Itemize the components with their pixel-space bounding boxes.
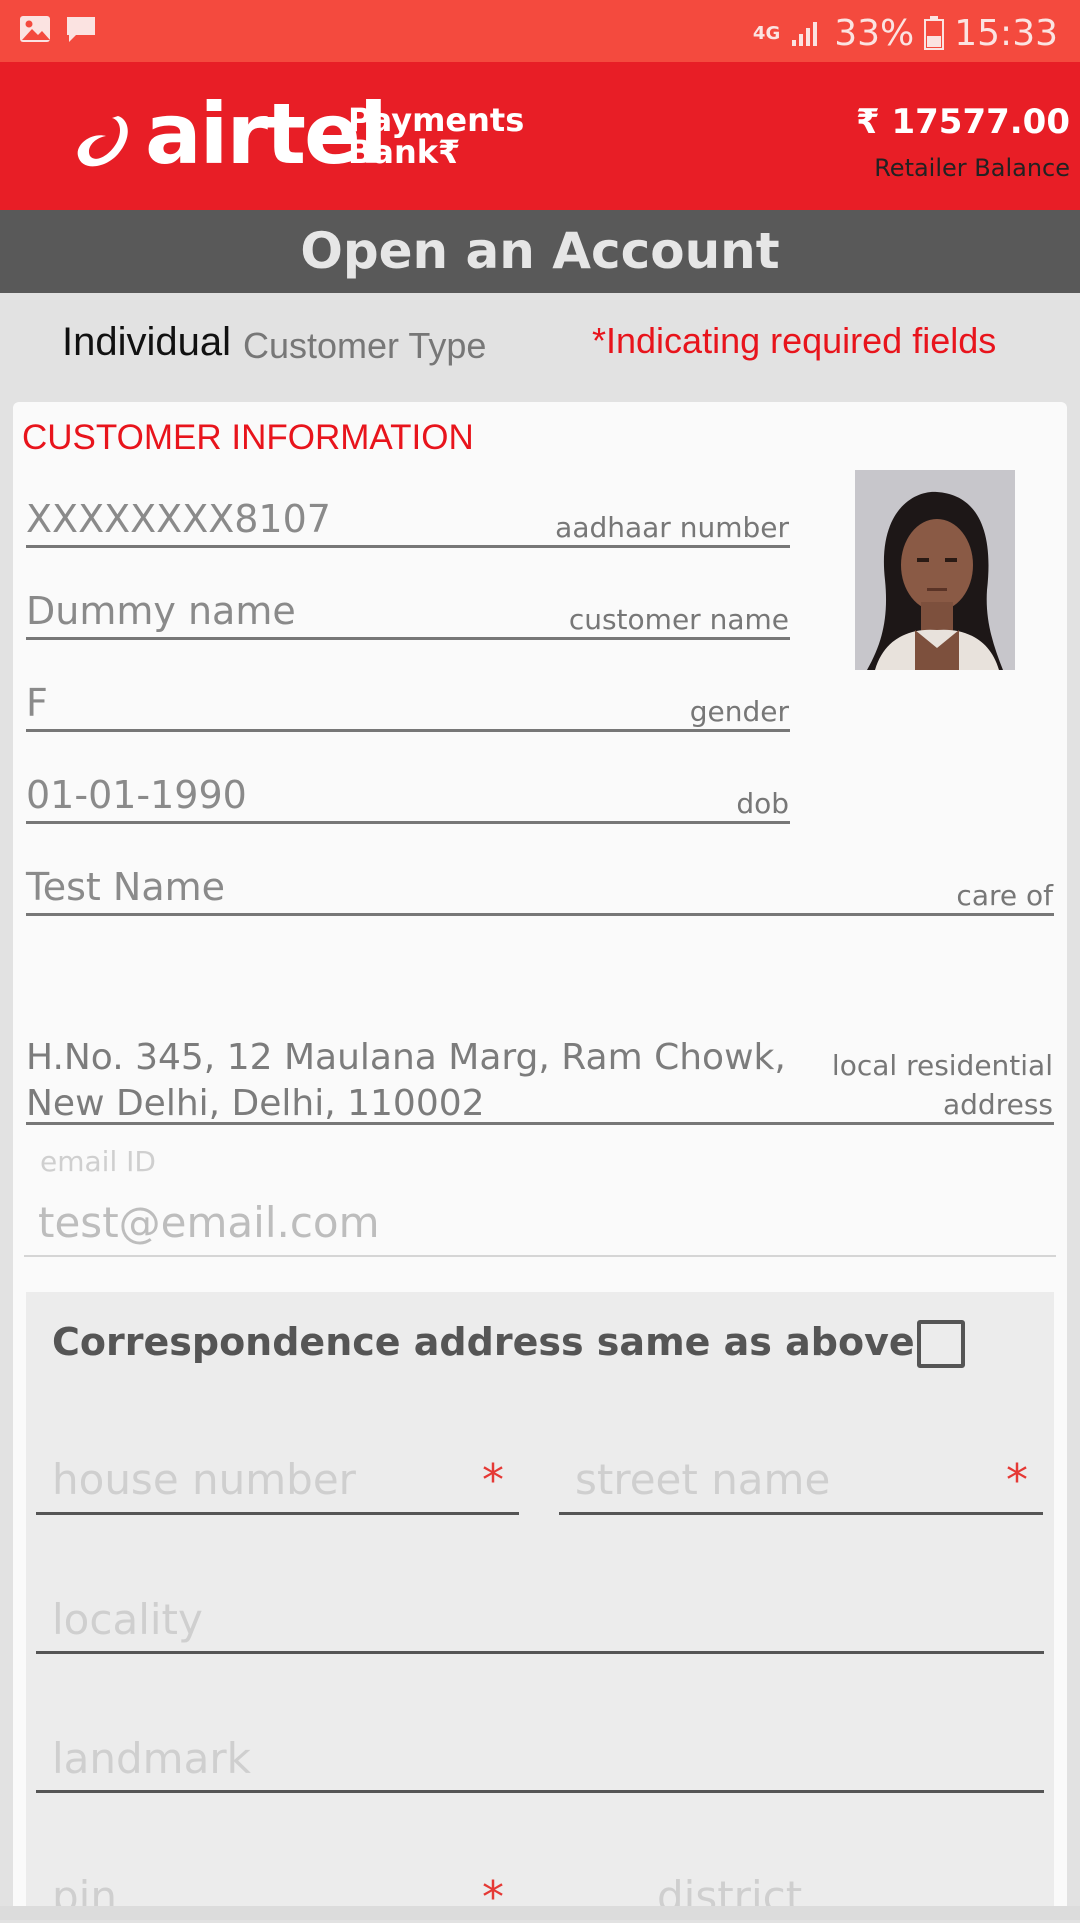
status-right: 4G 33% 15:33 bbox=[753, 8, 1058, 58]
gallery-icon bbox=[20, 16, 50, 42]
brand-subtitle: Payments Bank₹ bbox=[348, 104, 524, 168]
bottom-edge bbox=[0, 1906, 1080, 1920]
street-name-required-mark: * bbox=[1006, 1455, 1028, 1506]
residential-address-label-line1: local residential bbox=[831, 1049, 1053, 1082]
residential-address-label-line2: address bbox=[942, 1088, 1053, 1121]
gender-underline bbox=[26, 729, 790, 732]
care-of-underline bbox=[26, 913, 1054, 916]
care-of-label: care of bbox=[956, 879, 1053, 912]
aadhaar-number-value: XXXXXXXX8107 bbox=[26, 497, 331, 541]
customer-photo bbox=[855, 470, 1015, 670]
airtel-logo-icon bbox=[77, 116, 128, 167]
battery-percent: 33% bbox=[834, 12, 915, 54]
street-name-input[interactable]: street name bbox=[575, 1455, 830, 1504]
title-bar: Open an Account bbox=[0, 210, 1080, 293]
dob-label: dob bbox=[736, 787, 789, 820]
customer-name-label: customer name bbox=[568, 603, 789, 636]
residential-address-line2: New Delhi, Delhi, 110002 bbox=[26, 1083, 485, 1124]
dob-value: 01-01-1990 bbox=[26, 773, 247, 817]
care-of-value: Test Name bbox=[26, 865, 226, 909]
retailer-balance: ₹ 17577.00 bbox=[855, 102, 1070, 142]
locality-underline bbox=[36, 1651, 1044, 1654]
email-underline bbox=[24, 1255, 1056, 1257]
brand-subtitle-line1: Payments bbox=[348, 101, 525, 139]
aadhaar-number-label: aadhaar number bbox=[555, 511, 789, 544]
correspondence-same-checkbox[interactable] bbox=[917, 1320, 965, 1368]
aadhaar-underline bbox=[26, 545, 790, 548]
customer-photo-image bbox=[855, 470, 1015, 670]
correspondence-same-label: Correspondence address same as above bbox=[52, 1320, 915, 1364]
house-number-required-mark: * bbox=[482, 1455, 504, 1506]
email-label: email ID bbox=[40, 1145, 156, 1178]
retailer-balance-label: Retailer Balance bbox=[874, 154, 1070, 182]
locality-input[interactable]: locality bbox=[52, 1595, 203, 1644]
required-fields-note: *Indicating required fields bbox=[592, 320, 997, 361]
signal-icon bbox=[792, 22, 818, 46]
clock: 15:33 bbox=[954, 12, 1058, 54]
street-name-underline bbox=[559, 1512, 1043, 1515]
house-number-input[interactable]: house number bbox=[52, 1455, 356, 1504]
residential-address-value: H.No. 345, 12 Maulana Marg, Ram Chowk, N… bbox=[26, 1035, 786, 1127]
customer-type-value: Individual bbox=[62, 320, 232, 364]
residential-address-label: local residential address bbox=[780, 1046, 1053, 1124]
app-header: airtel Payments Bank₹ ₹ 17577.00 Retaile… bbox=[0, 62, 1080, 210]
address-underline bbox=[26, 1122, 1054, 1125]
gender-label: gender bbox=[689, 695, 789, 728]
message-icon bbox=[67, 17, 95, 42]
customer-type-label: Customer Type bbox=[243, 325, 487, 366]
dob-underline bbox=[26, 821, 790, 824]
email-input[interactable]: test@email.com bbox=[38, 1198, 380, 1247]
house-number-underline bbox=[36, 1512, 519, 1515]
landmark-input[interactable]: landmark bbox=[52, 1734, 251, 1783]
status-bar: 4G 33% 15:33 bbox=[0, 0, 1080, 62]
gender-value: F bbox=[26, 681, 48, 725]
landmark-underline bbox=[36, 1790, 1044, 1793]
customer-name-value: Dummy name bbox=[26, 589, 296, 633]
brand-subtitle-line2: Bank₹ bbox=[348, 133, 461, 171]
customer-name-underline bbox=[26, 637, 790, 640]
page-title: Open an Account bbox=[300, 222, 780, 280]
residential-address-line1: H.No. 345, 12 Maulana Marg, Ram Chowk, bbox=[26, 1037, 786, 1078]
network-type: 4G bbox=[752, 22, 781, 44]
battery-icon bbox=[924, 16, 945, 50]
section-title-customer-info: CUSTOMER INFORMATION bbox=[22, 418, 474, 457]
